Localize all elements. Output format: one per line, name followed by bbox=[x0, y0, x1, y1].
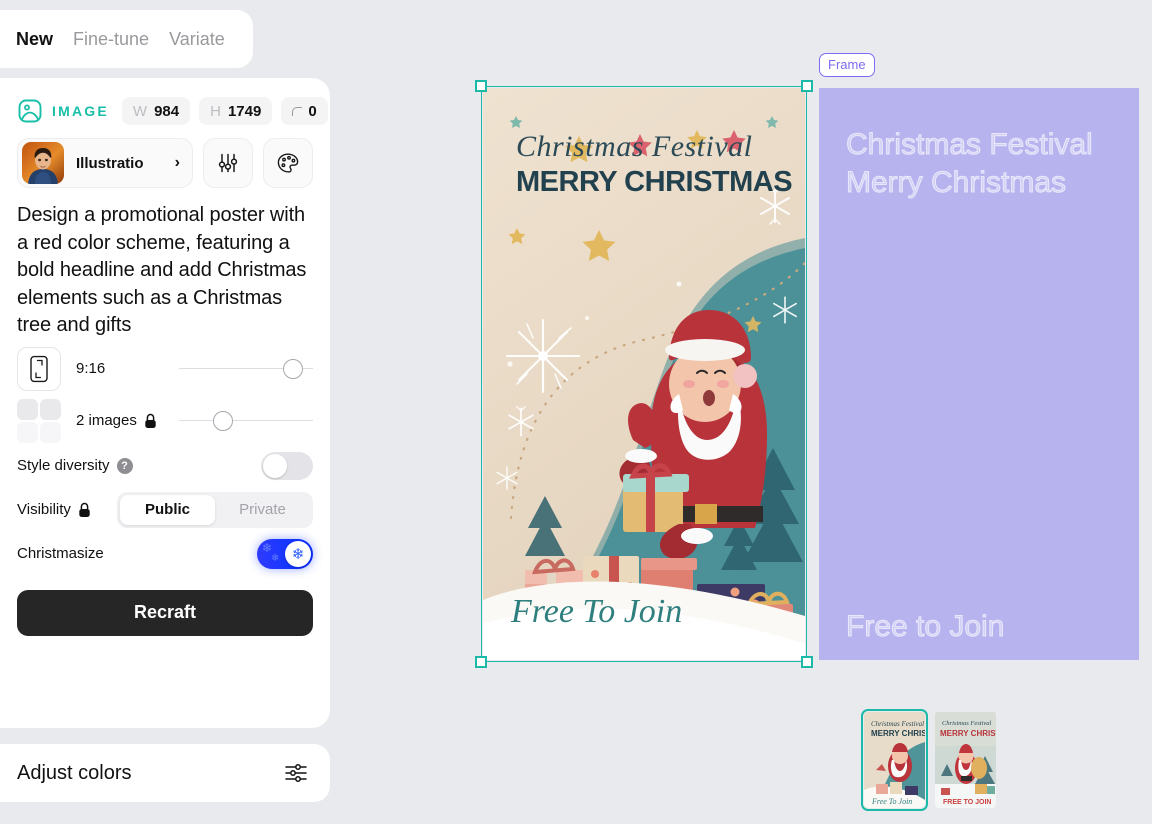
style-selector[interactable]: Illustratio › bbox=[17, 138, 193, 188]
image-count-row: 2 images bbox=[17, 398, 313, 444]
width-value: 984 bbox=[154, 102, 180, 120]
resize-handle-bottom-right[interactable] bbox=[801, 656, 813, 668]
slider-track bbox=[179, 419, 313, 421]
grid-cell bbox=[40, 398, 61, 420]
poster-script-title: Christmas Festival bbox=[516, 130, 753, 163]
adjust-colors-panel[interactable]: Adjust colors bbox=[0, 744, 330, 802]
width-chip[interactable]: W 984 bbox=[121, 97, 191, 125]
visibility-row: Visibility Public Private bbox=[17, 488, 313, 532]
adjust-sliders-icon[interactable] bbox=[284, 762, 308, 784]
corner-radius-value: 0 bbox=[308, 102, 317, 120]
grid-cell bbox=[40, 421, 61, 443]
thumb-footer: Free To Join bbox=[871, 797, 912, 806]
height-key: H bbox=[210, 102, 221, 120]
aspect-ratio-row: 9:16 bbox=[17, 346, 313, 392]
style-avatar bbox=[22, 142, 64, 184]
style-diversity-row: Style diversity ? bbox=[17, 444, 313, 488]
slider-thumb[interactable] bbox=[213, 410, 234, 431]
prompt-text[interactable]: Design a promotional poster with a red c… bbox=[17, 202, 313, 340]
aspect-ratio-label: 9:16 bbox=[76, 360, 106, 377]
canvas-area[interactable]: Christmas Festival MERRY CHRISTMAS Free … bbox=[330, 0, 1152, 824]
frame-badge[interactable]: Frame bbox=[819, 53, 875, 77]
visibility-label: Visibility bbox=[17, 501, 71, 518]
thumbnail-2[interactable]: Christmas Festival MERRY CHRISTMAS FREE … bbox=[935, 712, 996, 808]
thumb-script-title: Christmas Festival bbox=[871, 720, 924, 728]
question-icon[interactable]: ? bbox=[116, 457, 133, 474]
color-palette-button[interactable] bbox=[263, 138, 313, 188]
left-sidebar: New Fine-tune Variate IMAGE W 984 H 1749 bbox=[0, 0, 330, 824]
slider-thumb[interactable] bbox=[282, 358, 303, 379]
image-avatar-icon bbox=[17, 98, 43, 124]
grid-cell bbox=[17, 421, 38, 443]
poster-image[interactable]: Christmas Festival MERRY CHRISTMAS Free … bbox=[483, 88, 805, 660]
image-count-label: 2 images bbox=[76, 412, 137, 429]
style-diversity-toggle[interactable] bbox=[261, 451, 313, 480]
lock-icon bbox=[144, 413, 157, 429]
style-row: Illustratio › bbox=[17, 138, 313, 188]
tab-new[interactable]: New bbox=[16, 29, 53, 50]
tab-bar: New Fine-tune Variate bbox=[0, 10, 253, 68]
resize-handle-bottom-left[interactable] bbox=[475, 656, 487, 668]
christmasize-label: Christmasize bbox=[17, 545, 104, 562]
style-settings-button[interactable] bbox=[203, 138, 253, 188]
chevron-right-icon: › bbox=[174, 154, 180, 171]
christmasize-toggle[interactable]: ❄ ❄ ❄ bbox=[257, 538, 313, 569]
thumb-footer: FREE TO JOIN bbox=[943, 799, 992, 806]
visibility-segmented-control: Public Private bbox=[117, 491, 313, 528]
resize-handle-top-left[interactable] bbox=[475, 80, 487, 92]
height-chip[interactable]: H 1749 bbox=[199, 97, 273, 125]
resize-handle-top-right[interactable] bbox=[801, 80, 813, 92]
grid-four-icon[interactable] bbox=[17, 398, 61, 443]
aspect-ratio-button[interactable] bbox=[17, 346, 61, 391]
recraft-button[interactable]: Recraft bbox=[17, 589, 313, 636]
image-count-slider[interactable] bbox=[179, 410, 313, 431]
visibility-option-private[interactable]: Private bbox=[215, 495, 310, 525]
corner-radius-chip[interactable]: 0 bbox=[281, 97, 328, 125]
poster-footer-text: Free To Join bbox=[511, 593, 683, 630]
width-key: W bbox=[132, 102, 148, 120]
thumb-script-title: Christmas Festival bbox=[942, 720, 991, 727]
frame-text-top: Christmas Festival Merry Christmas bbox=[846, 128, 1094, 200]
height-value: 1749 bbox=[227, 102, 262, 120]
poster-artboard[interactable]: Christmas Festival MERRY CHRISTMAS Free … bbox=[475, 80, 813, 668]
palette-icon bbox=[276, 152, 300, 174]
corner-radius-icon bbox=[292, 106, 303, 116]
tab-fine-tune[interactable]: Fine-tune bbox=[73, 29, 149, 50]
snowflake-icon: ❄ bbox=[271, 552, 280, 564]
visibility-option-public[interactable]: Public bbox=[120, 494, 215, 525]
phone-portrait-icon bbox=[28, 355, 50, 383]
tab-variate[interactable]: Variate bbox=[169, 29, 225, 50]
thumb-main-title: MERRY CHRISTMAS bbox=[940, 729, 996, 738]
aspect-ratio-slider[interactable] bbox=[179, 358, 313, 379]
image-type-label: IMAGE bbox=[52, 103, 109, 119]
thumbnail-1[interactable]: Christmas Festival MERRY CHRISTMAS Free … bbox=[861, 709, 928, 811]
sliders-icon bbox=[217, 152, 239, 174]
generation-settings-panel: IMAGE W 984 H 1749 0 Illustratio › Desig… bbox=[0, 78, 330, 728]
adjust-colors-label: Adjust colors bbox=[17, 761, 132, 784]
lock-icon bbox=[78, 502, 91, 518]
frame-text-bottom: Free to Join bbox=[845, 610, 1005, 644]
thumbnail-strip: Christmas Festival MERRY CHRISTMAS Free … bbox=[861, 709, 996, 811]
style-name: Illustratio bbox=[76, 154, 144, 172]
toggle-knob: ❄ bbox=[285, 540, 311, 567]
grid-cell bbox=[17, 398, 38, 420]
thumb-main-title: MERRY CHRISTMAS bbox=[871, 729, 925, 738]
frame-panel[interactable]: Christmas Festival Merry Christmas Free … bbox=[819, 88, 1139, 660]
poster-main-title: MERRY CHRISTMAS bbox=[516, 166, 793, 198]
christmasize-row: Christmasize ❄ ❄ ❄ bbox=[17, 532, 313, 576]
style-diversity-label: Style diversity bbox=[17, 457, 110, 474]
toggle-knob bbox=[263, 453, 287, 478]
image-dimensions-row: IMAGE W 984 H 1749 0 bbox=[17, 96, 328, 126]
